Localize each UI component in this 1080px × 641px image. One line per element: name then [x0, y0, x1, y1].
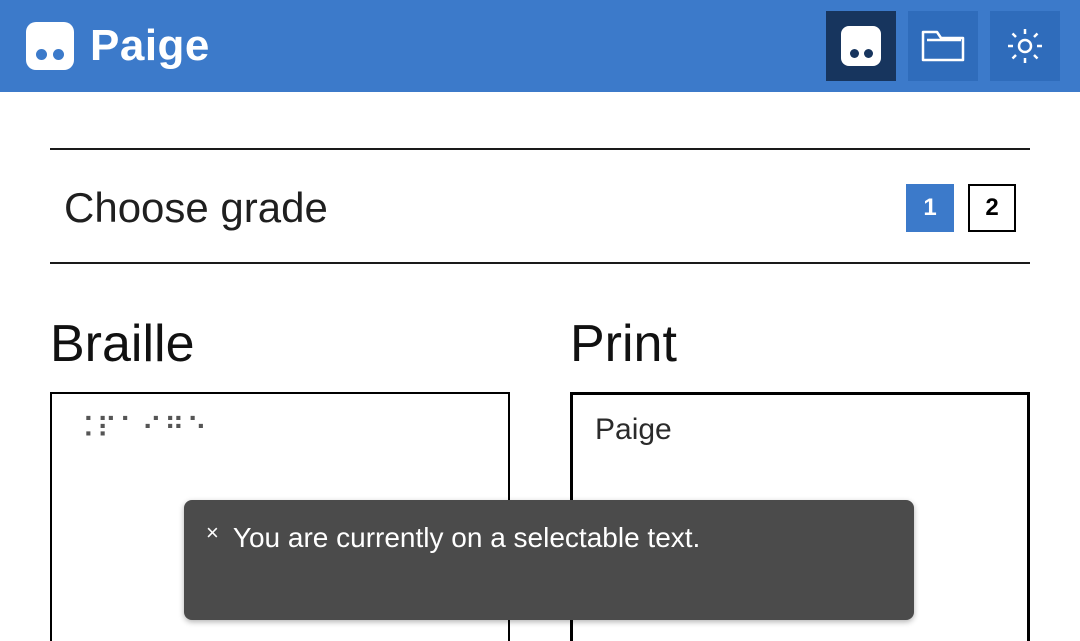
grade-selector-row: Choose grade 1 2: [50, 150, 1030, 262]
nav-home-button[interactable]: [826, 11, 896, 81]
nav-settings-button[interactable]: [990, 11, 1060, 81]
accessibility-toast: × You are currently on a selectable text…: [184, 500, 914, 620]
print-title: Print: [570, 314, 1030, 374]
paige-icon: [841, 26, 881, 66]
braille-title: Braille: [50, 314, 510, 374]
paige-logo-icon: [26, 22, 74, 70]
grade-label: Choose grade: [64, 184, 328, 232]
brand: Paige: [26, 21, 210, 71]
nav-files-button[interactable]: [908, 11, 978, 81]
grade-option-1[interactable]: 1: [906, 184, 954, 232]
brand-name: Paige: [90, 21, 210, 71]
toast-message: You are currently on a selectable text.: [233, 518, 700, 556]
close-icon[interactable]: ×: [206, 518, 219, 544]
divider: [50, 262, 1030, 264]
grade-option-2[interactable]: 2: [968, 184, 1016, 232]
folder-icon: [921, 28, 965, 64]
app-header: Paige: [0, 0, 1080, 92]
gear-icon: [1004, 25, 1046, 67]
grade-buttons: 1 2: [906, 184, 1016, 232]
